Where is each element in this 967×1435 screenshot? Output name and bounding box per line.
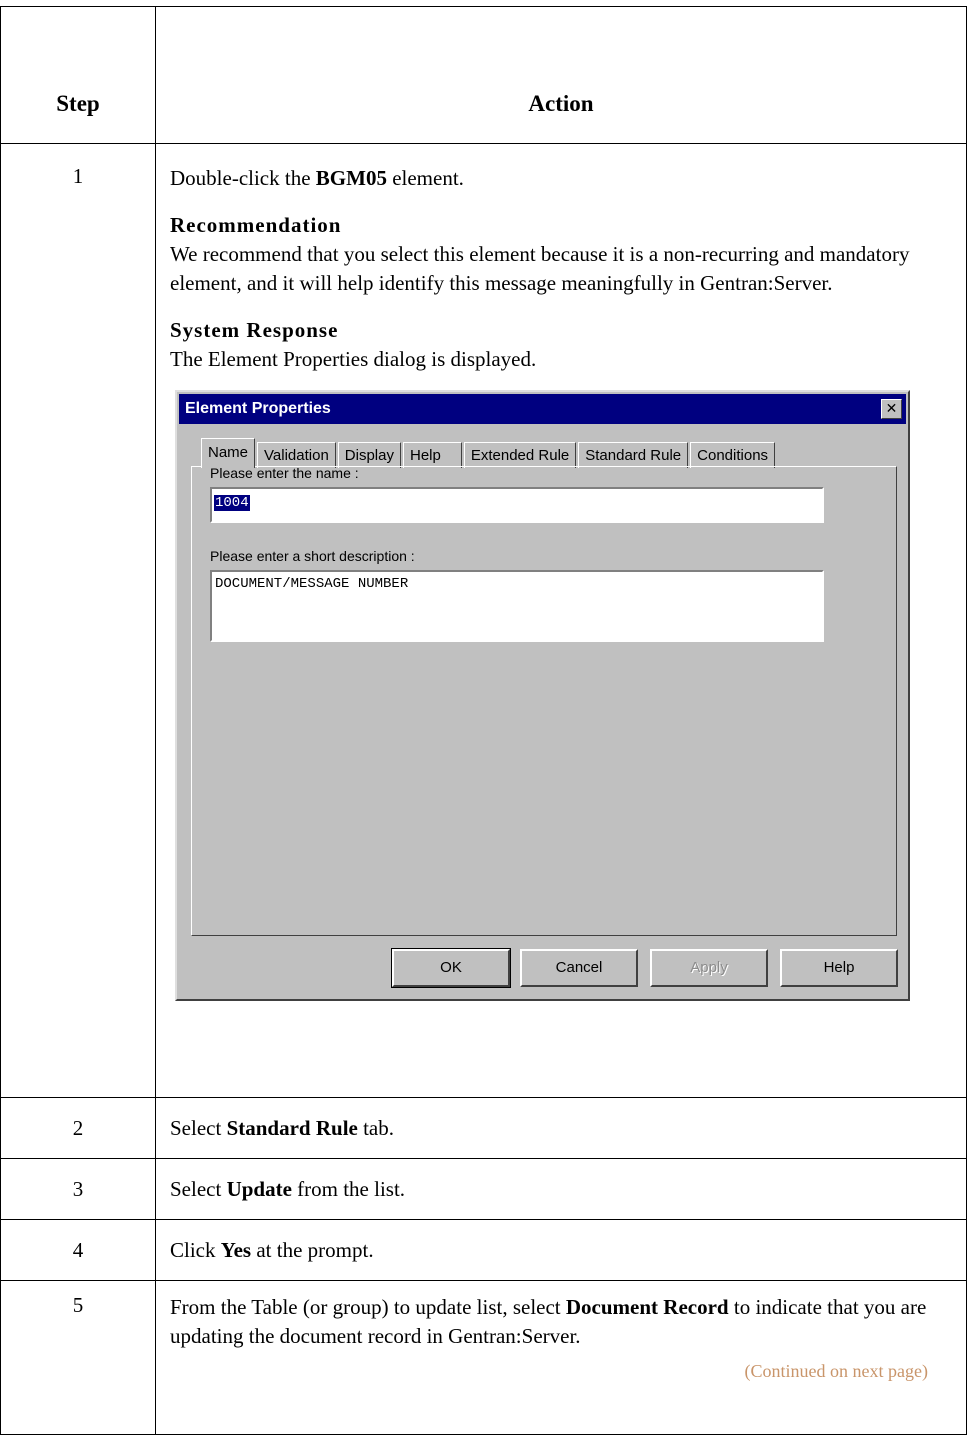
- dialog-title-bar: Element Properties ✕: [179, 394, 906, 424]
- step-number: 5: [0, 1280, 156, 1435]
- tab-standard-rule[interactable]: Standard Rule: [578, 442, 689, 468]
- system-response-heading: System Response: [170, 318, 339, 342]
- ok-button[interactable]: OK: [391, 948, 511, 988]
- text: Select: [170, 1176, 227, 1201]
- step-number: 4: [0, 1219, 156, 1281]
- text: element.: [386, 166, 464, 190]
- text: Select: [170, 1115, 227, 1140]
- tab-conditions[interactable]: Conditions: [690, 442, 776, 468]
- step-action: Click Yes at the prompt.: [155, 1219, 967, 1281]
- table-row: 5 From the Table (or group) to update li…: [0, 1280, 967, 1435]
- recommendation-heading: Recommendation: [170, 213, 342, 237]
- table-header-row: Step Action: [0, 6, 967, 144]
- text: at the prompt.: [251, 1237, 374, 1262]
- tab-name[interactable]: Name: [201, 438, 256, 468]
- element-properties-dialog: Element Properties ✕ Name Validation Dis…: [175, 390, 910, 1001]
- tab-panel-name: Please enter the name : 1004 Please ente…: [191, 465, 897, 936]
- step-number: 1: [0, 143, 156, 1098]
- tab-name: Standard Rule: [226, 1115, 358, 1140]
- text: Double-click the: [170, 166, 316, 190]
- step-instruction: Double-click the BGM05 element.: [170, 164, 952, 193]
- step-action: Select Standard Rule tab.: [155, 1097, 967, 1159]
- tab-extended-rule[interactable]: Extended Rule: [463, 442, 577, 468]
- table-row: 4 Click Yes at the prompt.: [0, 1219, 967, 1281]
- element-name: BGM05: [315, 166, 387, 190]
- dialog-title: Element Properties: [185, 400, 331, 417]
- text: tab.: [357, 1115, 394, 1140]
- header-action: Action: [155, 6, 967, 144]
- name-field[interactable]: 1004: [210, 487, 824, 523]
- option-name: Yes: [220, 1237, 252, 1262]
- tab-help[interactable]: Help: [402, 442, 462, 468]
- system-response-text: The Element Properties dialog is display…: [170, 347, 537, 371]
- table-row: 2 Select Standard Rule tab.: [0, 1097, 967, 1159]
- recommendation-text: We recommend that you select this elemen…: [170, 242, 910, 295]
- step-number: 2: [0, 1097, 156, 1159]
- continued-note: (Continued on next page): [744, 1361, 928, 1381]
- option-name: Document Record: [565, 1295, 729, 1319]
- table-row: 3 Select Update from the list.: [0, 1158, 967, 1220]
- close-icon[interactable]: ✕: [881, 399, 902, 419]
- step-instruction: From the Table (or group) to update list…: [170, 1293, 952, 1351]
- step-action: Select Update from the list.: [155, 1158, 967, 1220]
- cancel-button[interactable]: Cancel: [520, 949, 638, 987]
- dialog-tabs: Name Validation Display Help Extended Ru…: [201, 438, 777, 468]
- apply-button[interactable]: Apply: [650, 949, 768, 987]
- header-step: Step: [0, 6, 156, 144]
- step-action: From the Table (or group) to update list…: [155, 1280, 967, 1435]
- text: From the Table (or group) to update list…: [170, 1295, 566, 1319]
- option-name: Update: [226, 1176, 292, 1201]
- description-field[interactable]: DOCUMENT/MESSAGE NUMBER: [210, 570, 824, 642]
- description-label: Please enter a short description :: [210, 548, 415, 564]
- name-value: 1004: [214, 495, 250, 511]
- help-button[interactable]: Help: [780, 949, 898, 987]
- text: Click: [170, 1237, 221, 1262]
- text: from the list.: [291, 1176, 406, 1201]
- step-number: 3: [0, 1158, 156, 1220]
